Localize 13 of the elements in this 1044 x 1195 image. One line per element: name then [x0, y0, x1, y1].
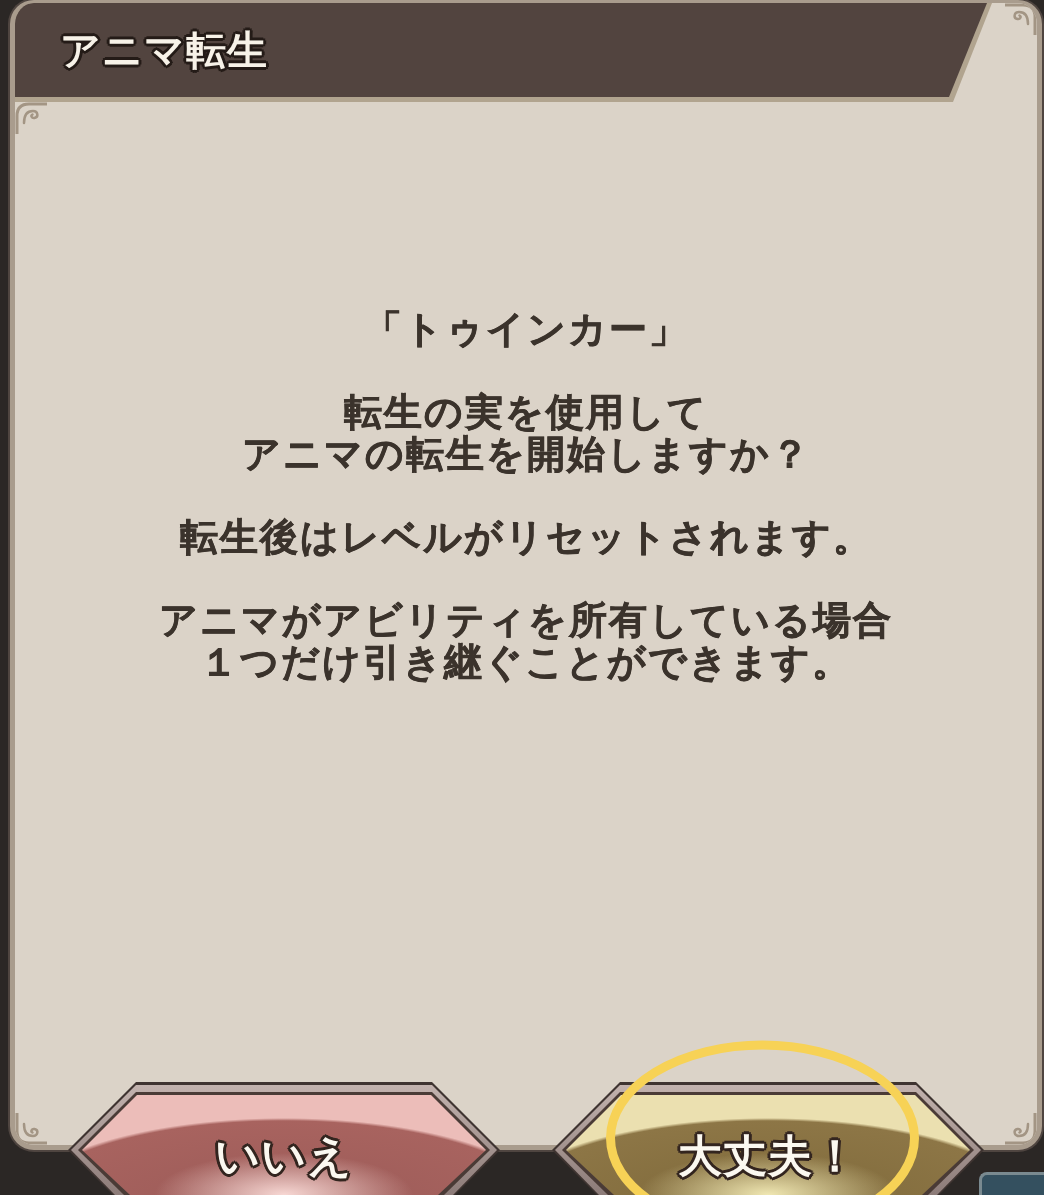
corner-ornament-icon [15, 102, 47, 134]
dialog-message: アニマの転生を開始しますか？ [241, 433, 811, 475]
corner-ornament-icon [15, 1113, 47, 1145]
dialog-message: 転生後はレベルがリセットされます。 [179, 516, 873, 558]
corner-ornament-icon [1005, 3, 1037, 35]
dialog-message: １つだけ引き継ぐことができます。 [200, 641, 852, 683]
dialog-message: 「トゥインカー」 [363, 308, 689, 350]
dialog-message: 転生の実を使用して [344, 391, 708, 433]
cancel-button[interactable]: いいえ [68, 1082, 500, 1195]
dialog-message: アニマがアビリティを所有している場合 [159, 599, 893, 641]
corner-ornament-icon [1005, 1113, 1037, 1145]
background-panel [979, 1172, 1044, 1195]
dialog-title: アニマ転生 [60, 25, 268, 74]
